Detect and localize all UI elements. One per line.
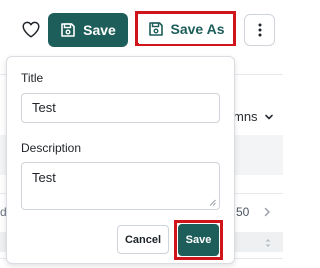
cancel-button[interactable]: Cancel bbox=[117, 225, 169, 254]
more-options-button[interactable] bbox=[244, 14, 275, 46]
sort-icon[interactable] bbox=[264, 237, 272, 249]
save-button[interactable]: Save bbox=[48, 13, 128, 47]
save-button-label: Save bbox=[83, 22, 116, 38]
floppy-disk-icon bbox=[61, 23, 75, 37]
chevron-right-icon[interactable] bbox=[263, 207, 271, 217]
page-size-value: 50 bbox=[236, 205, 250, 219]
save-as-button-label: Save As bbox=[170, 21, 225, 37]
title-label: Title bbox=[21, 71, 44, 85]
popover-save-button[interactable]: Save bbox=[178, 224, 219, 256]
screen: mns d 50 Save Save As Title Test Descrip… bbox=[0, 0, 283, 268]
description-textarea[interactable]: Test bbox=[21, 162, 220, 210]
save-as-popover: Title Test Description Test Cancel Save bbox=[6, 56, 235, 264]
description-value: Test bbox=[32, 170, 56, 185]
resize-grip-icon[interactable] bbox=[209, 199, 216, 206]
title-input[interactable]: Test bbox=[21, 93, 220, 123]
floppy-disk-icon bbox=[148, 22, 163, 36]
cancel-button-label: Cancel bbox=[124, 233, 162, 246]
description-label: Description bbox=[21, 141, 82, 155]
columns-menu-fragment[interactable]: mns bbox=[233, 109, 258, 124]
save-as-button[interactable]: Save As bbox=[139, 14, 233, 44]
heart-icon[interactable] bbox=[20, 18, 42, 40]
vertical-ellipsis-icon bbox=[258, 23, 261, 37]
chevron-down-icon[interactable] bbox=[264, 112, 274, 122]
popover-save-button-label: Save bbox=[185, 234, 212, 246]
